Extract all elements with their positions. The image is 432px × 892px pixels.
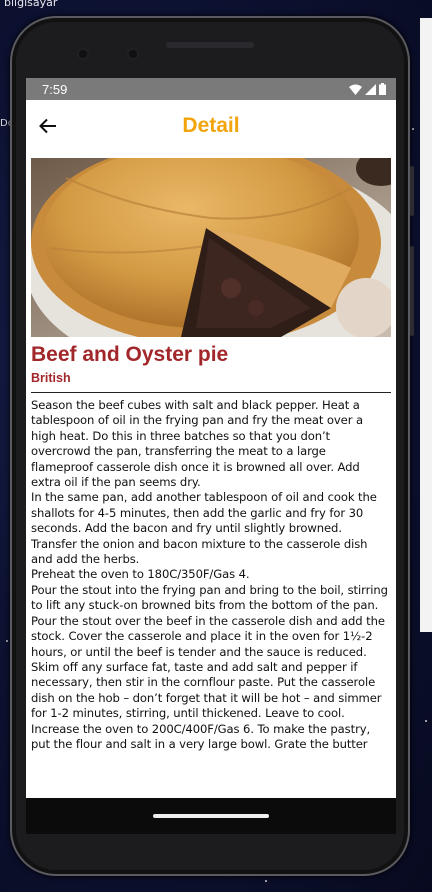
volume-button[interactable]: [410, 246, 414, 336]
arrow-left-icon: [39, 118, 56, 134]
recipe-name: Beef and Oyster pie: [31, 343, 229, 366]
screen: 7:59 Detail Beef and Oyster pie British …: [26, 78, 396, 814]
signal-icon: [365, 83, 376, 95]
home-gesture-bar[interactable]: [153, 814, 269, 818]
star: [265, 880, 267, 882]
pie-photo: [31, 158, 391, 337]
page-title: Detail: [182, 114, 240, 137]
background-window: [420, 18, 432, 632]
status-icons: [349, 83, 386, 95]
recipe-image: [31, 158, 391, 337]
power-button[interactable]: [410, 166, 414, 216]
star: [412, 128, 414, 130]
app-bar: Detail: [26, 100, 396, 152]
navigation-bar: [26, 798, 396, 834]
battery-icon: [379, 83, 386, 95]
back-button[interactable]: [34, 112, 62, 140]
status-time: 7:59: [42, 81, 68, 97]
divider: [31, 392, 391, 393]
recipe-instructions: Season the beef cubes with salt and blac…: [31, 398, 388, 751]
star: [425, 720, 427, 722]
status-bar: 7:59: [26, 78, 396, 100]
sensor-icon: [126, 47, 140, 61]
recipe-content: Beef and Oyster pie British Season the b…: [26, 342, 396, 752]
recipe-area: British: [31, 371, 71, 385]
phone-frame: 7:59 Detail Beef and Oyster pie British …: [10, 16, 414, 876]
wifi-icon: [349, 84, 362, 95]
speaker-grille: [166, 42, 254, 48]
camera-icon: [76, 47, 90, 61]
desktop-label: bilgisayar: [4, 0, 58, 9]
star: [6, 640, 8, 642]
